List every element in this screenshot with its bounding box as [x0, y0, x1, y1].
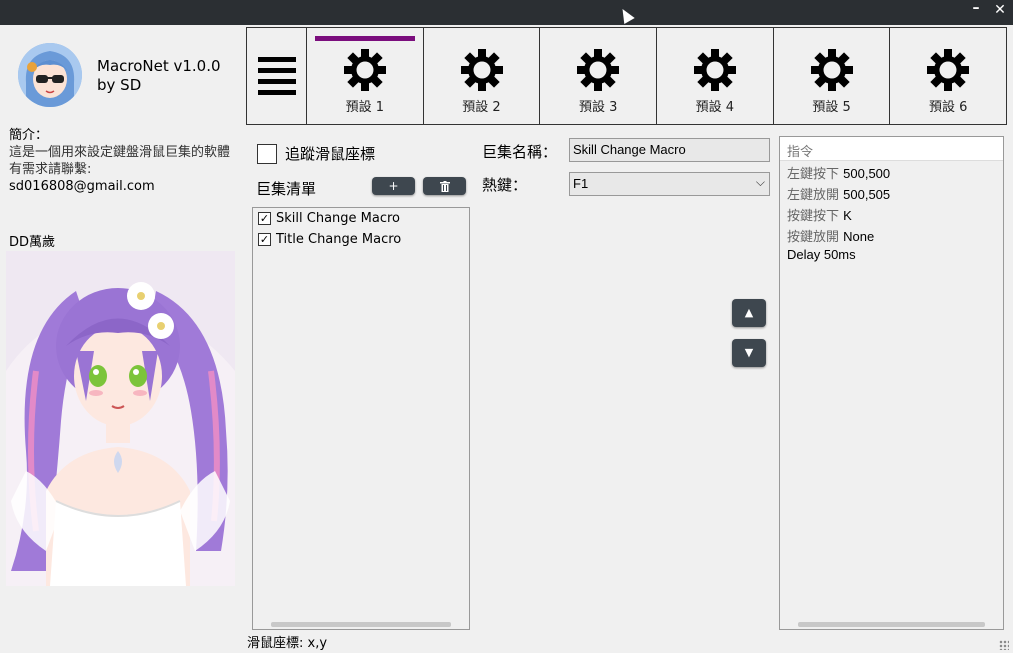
gear-icon [810, 49, 853, 91]
command-list[interactable]: 指令 左鍵按下 500,500 左鍵放開 500,505 按鍵按下 K 按鍵放開… [779, 136, 1004, 630]
command-value: K [843, 208, 852, 223]
command-action: 按鍵放開 [787, 230, 844, 245]
macro-item-label: Skill Change Macro [276, 211, 400, 226]
command-row[interactable]: Delay 50ms [780, 245, 1003, 266]
command-row[interactable]: 按鍵按下 K [780, 203, 1003, 224]
command-value: 500,505 [843, 187, 891, 202]
check-icon[interactable]: ✓ [258, 233, 271, 246]
dd-label: DD萬歲 [9, 235, 56, 250]
menu-bar-icon [257, 79, 296, 84]
move-down-button[interactable]: ▼ [732, 339, 766, 367]
menu-bar-icon [257, 57, 296, 62]
menu-bar-icon [257, 90, 296, 95]
macro-item-label: Title Change Macro [276, 232, 402, 247]
tab-label: 預設 2 [462, 100, 501, 115]
add-macro-button[interactable]: + [372, 177, 415, 195]
command-value: None [843, 229, 875, 244]
minimize-button[interactable]: – [966, 0, 986, 16]
command-row[interactable]: 按鍵放開 None [780, 224, 1003, 245]
macro-list-label: 巨集清單 [256, 180, 317, 198]
title-bar: – ✕ [0, 0, 1013, 25]
character-illustration [6, 251, 235, 586]
status-bar: 滑鼠座標: x,y [247, 632, 327, 651]
menu-bar-icon [257, 68, 296, 73]
avatar [18, 43, 82, 107]
command-list-header: 指令 [780, 137, 1003, 161]
preset-tabstrip: 預設 1 預設 2 預設 3 預設 4 預設 5 預設 6 [246, 27, 1007, 125]
tab-label: 預設 1 [345, 100, 385, 115]
tab-label: 預設 6 [928, 100, 968, 115]
tab-preset-6[interactable]: 預設 6 [890, 28, 1006, 124]
gear-icon [460, 49, 503, 91]
tab-preset-3[interactable]: 預設 3 [540, 28, 658, 124]
intro-heading: 簡介： [9, 128, 49, 143]
close-button[interactable]: ✕ [990, 2, 1010, 18]
command-row[interactable]: 左鍵按下 500,500 [780, 161, 1003, 182]
tab-label: 預設 5 [812, 100, 851, 115]
command-action: 按鍵按下 [787, 209, 844, 224]
contact-label: 有需求請聯繫: [9, 162, 92, 177]
move-up-button[interactable]: ▲ [732, 299, 766, 327]
app-title: MacroNet v1.0.0 by SD [97, 57, 221, 94]
contact-email: sd016808@gmail.com [9, 179, 155, 194]
checkbox-box [257, 143, 277, 164]
command-action: 左鍵放開 [787, 188, 844, 203]
tab-preset-4[interactable]: 預設 4 [657, 28, 774, 124]
chevron-down-icon: ⌵ [755, 175, 765, 189]
command-row[interactable]: 左鍵放開 500,505 [780, 182, 1003, 203]
gear-icon [343, 49, 386, 91]
macro-list[interactable]: ✓ Skill Change Macro ✓ Title Change Macr… [252, 207, 470, 630]
gear-icon [927, 49, 970, 91]
horizontal-scrollbar[interactable] [798, 622, 985, 627]
tab-label: 預設 4 [695, 100, 735, 115]
delete-macro-button[interactable] [423, 177, 466, 195]
gear-icon [693, 49, 736, 91]
track-mouse-label: 追蹤滑鼠座標 [285, 145, 376, 163]
list-item[interactable]: ✓ Title Change Macro [253, 229, 469, 250]
tab-preset-2[interactable]: 預設 2 [424, 28, 541, 124]
resize-grip-icon[interactable] [999, 640, 1009, 650]
gear-icon [577, 49, 620, 91]
active-tab-indicator [315, 36, 415, 41]
tab-preset-5[interactable]: 預設 5 [774, 28, 891, 124]
tab-label: 預設 3 [578, 100, 618, 115]
horizontal-scrollbar[interactable] [271, 622, 451, 627]
hotkey-value: F1 [573, 176, 589, 191]
macro-name-label: 巨集名稱： [482, 143, 558, 161]
tab-preset-1[interactable]: 預設 1 [307, 28, 424, 124]
list-item[interactable]: ✓ Skill Change Macro [253, 208, 469, 229]
command-action: 左鍵按下 [787, 167, 844, 182]
hamburger-menu-button[interactable] [247, 28, 307, 124]
intro-text: 這是一個用來設定鍵盤滑鼠巨集的軟體 [9, 145, 231, 160]
mouse-cursor-icon [617, 5, 635, 25]
intro-section: 簡介： 這是一個用來設定鍵盤滑鼠巨集的軟體 有需求請聯繫: sd016808@g… [9, 127, 239, 195]
mouse-coord-label: 滑鼠座標: [247, 636, 304, 651]
command-value: 500,500 [843, 166, 891, 181]
track-mouse-checkbox[interactable]: 追蹤滑鼠座標 [257, 143, 375, 164]
macro-name-input[interactable]: Skill Change Macro [569, 138, 770, 162]
check-icon[interactable]: ✓ [258, 212, 271, 225]
mouse-coord-value: x,y [307, 636, 328, 651]
hotkey-select[interactable]: F1 ⌵ [569, 172, 770, 196]
command-value: Delay 50ms [787, 247, 856, 262]
trash-icon [439, 181, 450, 192]
hotkey-label: 熱鍵： [482, 176, 528, 194]
